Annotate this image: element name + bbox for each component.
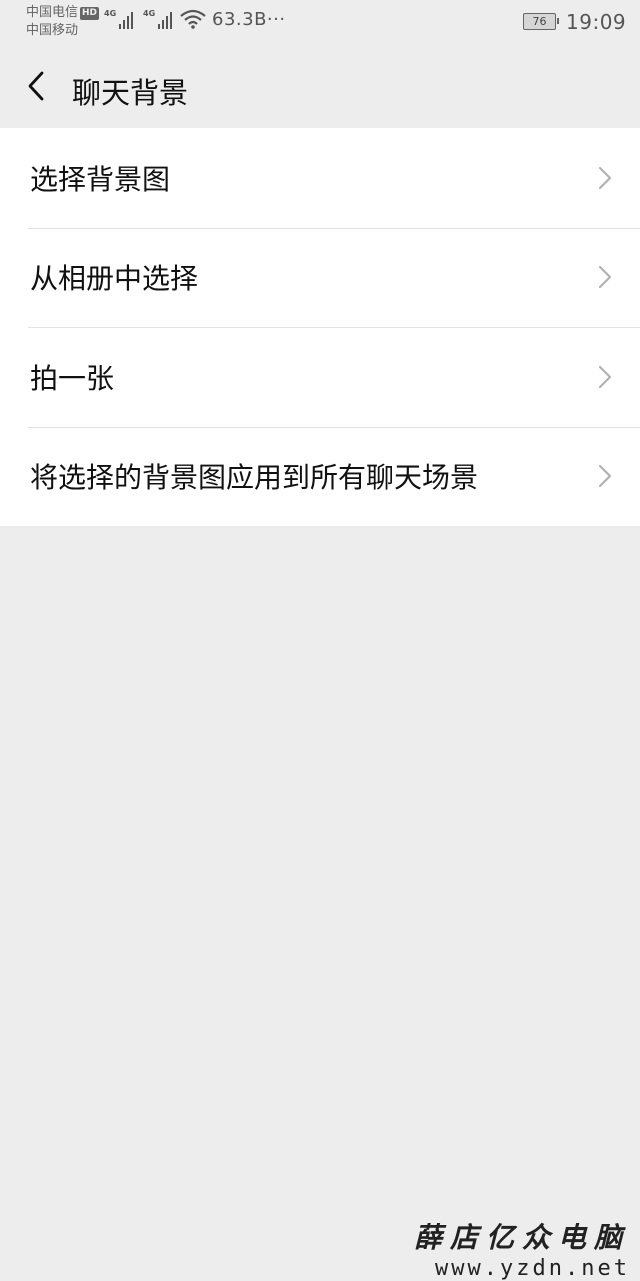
menu-item-choose-from-album[interactable]: 从相册中选择 (0, 227, 640, 328)
carrier-1-label: 中国电信 (26, 5, 79, 20)
menu-item-take-photo[interactable]: 拍一张 (0, 327, 640, 427)
watermark: 薛店亿众电脑 www.yzdn.net (414, 1216, 630, 1281)
clock: 19:09 (566, 10, 627, 34)
signal-2-tag: 4G (143, 9, 156, 18)
watermark-name: 薛店亿众电脑 (413, 1221, 630, 1254)
signal-2-icon: 4G (143, 9, 173, 29)
chevron-right-icon (598, 166, 612, 189)
battery-icon: 76 (523, 13, 559, 30)
wifi-icon (180, 9, 206, 29)
chevron-right-icon (598, 465, 612, 488)
menu-item-label: 选择背景图 (30, 162, 171, 196)
status-bar: 中国电信 HD 中国移动 4G 4G 63.3B··· 76 19:09 (0, 0, 640, 44)
network-speed: 63.3B··· (212, 9, 286, 30)
back-chevron-icon (28, 71, 44, 101)
watermark-url: www.yzdn.net (435, 1256, 630, 1281)
signal-1-tag: 4G (104, 9, 117, 18)
settings-list: 选择背景图 从相册中选择 拍一张 将选择的背景图应用到所有聊天场景 (0, 128, 640, 526)
signal-1-icon: 4G (104, 9, 134, 29)
battery-level: 76 (532, 15, 547, 28)
menu-item-label: 从相册中选择 (30, 262, 199, 296)
menu-item-apply-to-all-chats[interactable]: 将选择的背景图应用到所有聊天场景 (0, 426, 640, 527)
page-title: 聊天背景 (72, 76, 189, 110)
hd-badge: HD (80, 6, 100, 20)
carrier-2-label: 中国移动 (26, 23, 79, 38)
chevron-right-icon (598, 266, 612, 289)
menu-item-label: 拍一张 (30, 361, 115, 395)
menu-item-choose-background[interactable]: 选择背景图 (0, 128, 640, 228)
chevron-right-icon (598, 365, 612, 388)
nav-bar: 聊天背景 (0, 44, 640, 128)
carrier-info: 中国电信 HD 中国移动 (26, 4, 100, 40)
menu-item-label: 将选择的背景图应用到所有聊天场景 (30, 461, 479, 495)
back-button[interactable] (14, 62, 58, 110)
